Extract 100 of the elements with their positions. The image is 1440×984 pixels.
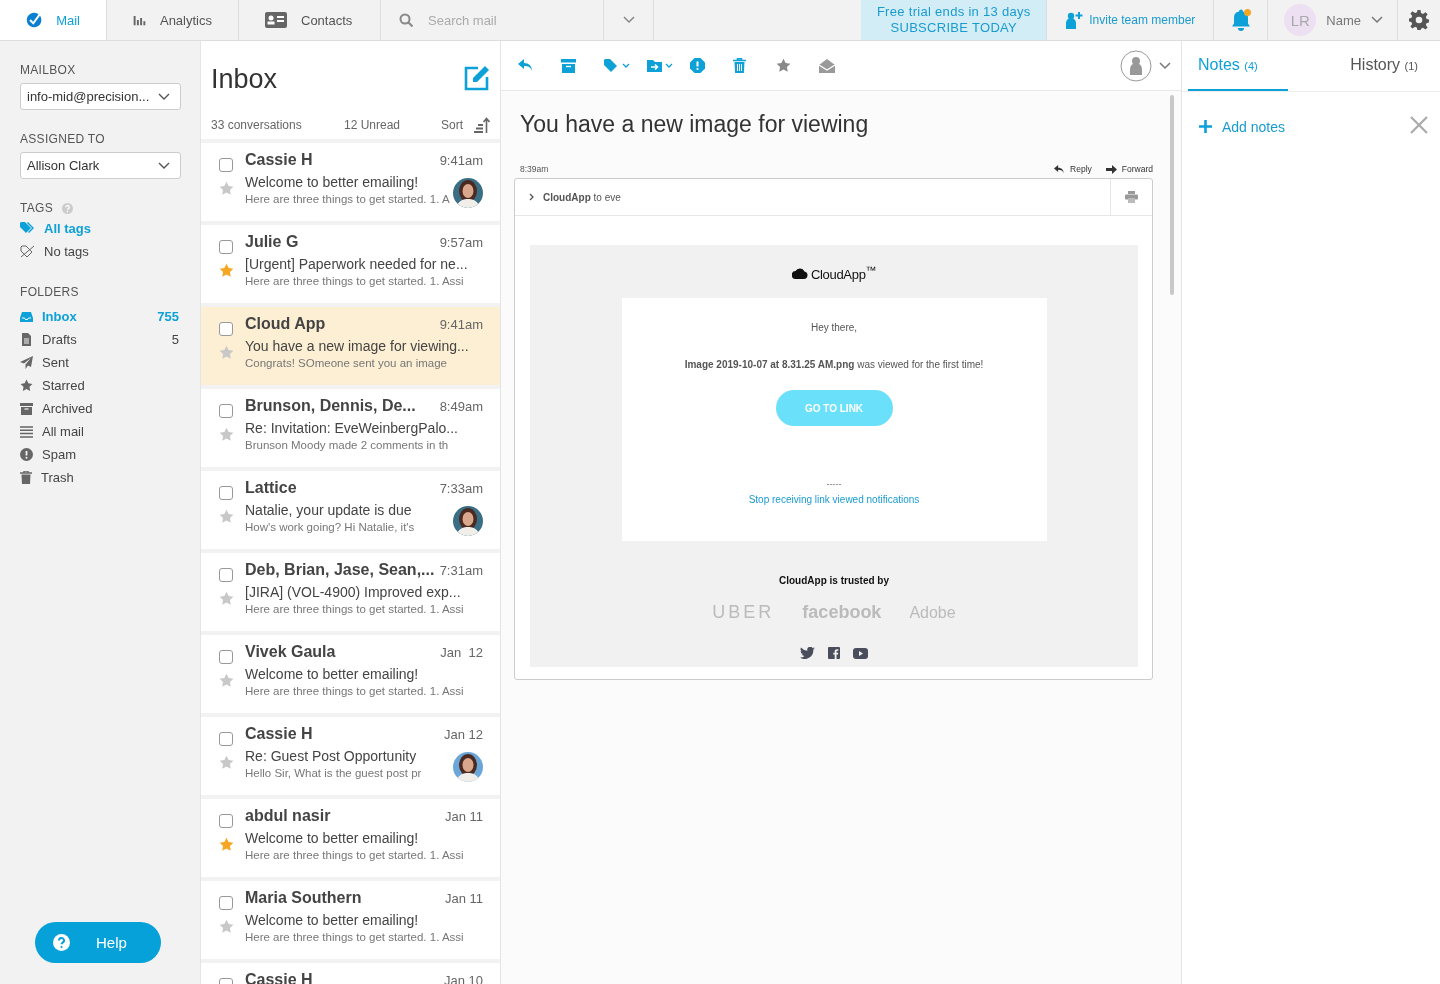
tag-caret-icon [604, 58, 630, 73]
subject-line: Welcome to better emailing! [245, 912, 420, 928]
sender-name: Deb, Brian, Jase, Sean,... [245, 561, 435, 579]
mailbox-dropdown[interactable]: info-mid@precision... [20, 83, 181, 110]
panel-tab[interactable]: History (1) [1340, 41, 1428, 91]
conversation-item[interactable]: Deb, Brian, Jase, Sean,... 7:31am [JIRA] (VOL-4900) Improved exp... Here are three things to get started. 1. Assi [201, 553, 500, 631]
timestamp: Jan 11 [444, 891, 483, 906]
subject-line: Welcome to better emailing! [245, 174, 420, 190]
message-preview: Here are three things to get started. 1. Assi [245, 603, 465, 615]
star-icon [776, 58, 791, 73]
star-icon[interactable] [219, 673, 234, 688]
star-icon[interactable] [219, 345, 234, 360]
conversation-item[interactable]: Cloud App 9:41am You have a new image for viewing... Congrats! SOmeone sent you an image [201, 307, 500, 385]
timestamp: 9:41am [439, 153, 483, 168]
bell-icon [1229, 9, 1252, 31]
star-icon[interactable] [219, 837, 234, 852]
archive-box-icon [20, 402, 33, 415]
sender-name: abdul nasir [245, 807, 331, 825]
star-icon[interactable] [219, 509, 234, 524]
forward-link[interactable]: Forward [1105, 164, 1153, 174]
subject-line: Re: Invitation: EveWeinbergPalo... [245, 420, 459, 436]
checkbox[interactable] [219, 650, 233, 664]
message-preview: Here are three things to get started. 1. A [245, 193, 451, 205]
message-preview: Brunson Moody made 2 comments in th [245, 439, 450, 451]
assignee-dropdown[interactable]: Allison Clark [20, 152, 181, 179]
close-icon [1410, 116, 1428, 134]
folder-item[interactable]: Drafts 5 [20, 328, 181, 351]
checkbox[interactable] [219, 486, 233, 500]
folder-item[interactable]: Starred [20, 374, 181, 397]
search-field[interactable]: Search mail [426, 11, 570, 29]
checkbox[interactable] [219, 814, 233, 828]
sender-name: Maria Southern [245, 889, 362, 907]
compose-icon [464, 64, 490, 91]
conversation-item[interactable]: Cassie H 9:41am Welcome to better emailing! Here are three things to get started. 1. A [201, 143, 500, 221]
message-preview: Here are three things to get started. 1. Assi [245, 849, 465, 861]
sender-name: Lattice [245, 479, 297, 497]
section-label: MAILBOX [20, 63, 77, 77]
reply-icon [1054, 164, 1066, 174]
archive-box-icon [561, 58, 576, 73]
subject-line: You have a new image for viewing... [245, 338, 470, 354]
search-icon [399, 12, 414, 28]
folder-item[interactable]: Trash [20, 466, 181, 489]
chevron-down-icon [158, 92, 170, 101]
subject-line: [JIRA] (VOL-4900) Improved exp... [245, 584, 462, 600]
separator-text: ----- [826, 480, 842, 489]
checkbox[interactable] [219, 732, 233, 746]
unread-count: 12 Unread [344, 118, 401, 132]
reply-icon [518, 59, 534, 72]
folder-item[interactable]: Sent [20, 351, 181, 374]
checkbox[interactable] [219, 240, 233, 254]
timestamp: Jan 12 [443, 727, 483, 742]
folder-item[interactable]: All mail [20, 420, 181, 443]
tag-filter[interactable]: No tags [20, 240, 181, 263]
nav-tab[interactable]: Analytics [107, 0, 239, 40]
star-icon[interactable] [219, 181, 234, 196]
sender-name: Cassie H [245, 151, 313, 169]
message-text: Image 2019-10-07 at 8.31.25 AM.png was viewed for the first time! [684, 359, 984, 371]
checkbox[interactable] [219, 158, 233, 172]
star-icon[interactable] [219, 919, 234, 934]
person-circle-icon [1120, 49, 1152, 82]
email-subject: You have a new image for viewing [520, 111, 870, 138]
play-button-icon[interactable] [853, 647, 868, 659]
conversation-item[interactable]: Maria Southern Jan 11 Welcome to better emailing! Here are three things to get started. 1. Assi [201, 881, 500, 959]
user-menu[interactable]: LR Name [1268, 0, 1398, 40]
timestamp: 8:49am [439, 399, 483, 414]
star-icon[interactable] [219, 755, 234, 770]
nav-tab[interactable]: Contacts [239, 0, 381, 40]
scrollbar[interactable] [1170, 95, 1174, 295]
folder-item[interactable]: Archived [20, 397, 181, 420]
checkbox[interactable] [219, 404, 233, 418]
subject-line: Welcome to better emailing! [245, 666, 420, 682]
star-icon[interactable] [219, 263, 234, 278]
message-preview: Here are three things to get started. 1. Assi [245, 275, 465, 287]
inbox-icon [20, 310, 33, 323]
conversation-item[interactable]: abdul nasir Jan 11 Welcome to better emailing! Here are three things to get started. 1. Assi [201, 799, 500, 877]
bird-icon[interactable] [800, 647, 815, 660]
contact-card-icon [265, 12, 287, 28]
checkbox[interactable] [219, 568, 233, 582]
folder-item[interactable]: Spam [20, 443, 181, 466]
help-icon[interactable] [62, 202, 73, 214]
trash-icon [20, 471, 32, 484]
star-icon[interactable] [219, 591, 234, 606]
star-icon[interactable] [219, 427, 234, 442]
checkbox[interactable] [219, 322, 233, 336]
conversation-item[interactable]: Julie G 9:57am [Urgent] Paperwork needed for ne... Here are three things to get started. 1. Assi [201, 225, 500, 303]
conversation-item[interactable]: Lattice 7:33am Natalie, your update is due How's work going? Hi Natalie, it's [201, 471, 500, 549]
checkbox[interactable] [219, 896, 233, 910]
chevron-down-icon [158, 161, 170, 170]
sender-name: Brunson, Dennis, De... [245, 397, 416, 415]
conversation-item[interactable]: Cassie H Jan 12 Re: Guest Post Opportunity Hello Sir, What is the guest post pr [201, 717, 500, 795]
timestamp: 9:57am [439, 235, 483, 250]
f-square-icon[interactable] [828, 647, 840, 660]
assign-button[interactable] [1120, 49, 1171, 82]
conversation-item[interactable]: Brunson, Dennis, De... 8:49am Re: Invitation: EveWeinbergPalo... Brunson Moody made 2 comments in th [201, 389, 500, 467]
crossed-tag-icon [20, 245, 35, 258]
reply-link[interactable]: Reply [1054, 164, 1092, 174]
help-icon [53, 934, 70, 951]
subject-line: Welcome to better emailing! [245, 830, 420, 846]
conversation-item[interactable]: Vivek Gaula Jan 12 Welcome to better emailing! Here are three things to get started. 1. Assi [201, 635, 500, 713]
sort-button[interactable]: Sort [441, 116, 490, 134]
